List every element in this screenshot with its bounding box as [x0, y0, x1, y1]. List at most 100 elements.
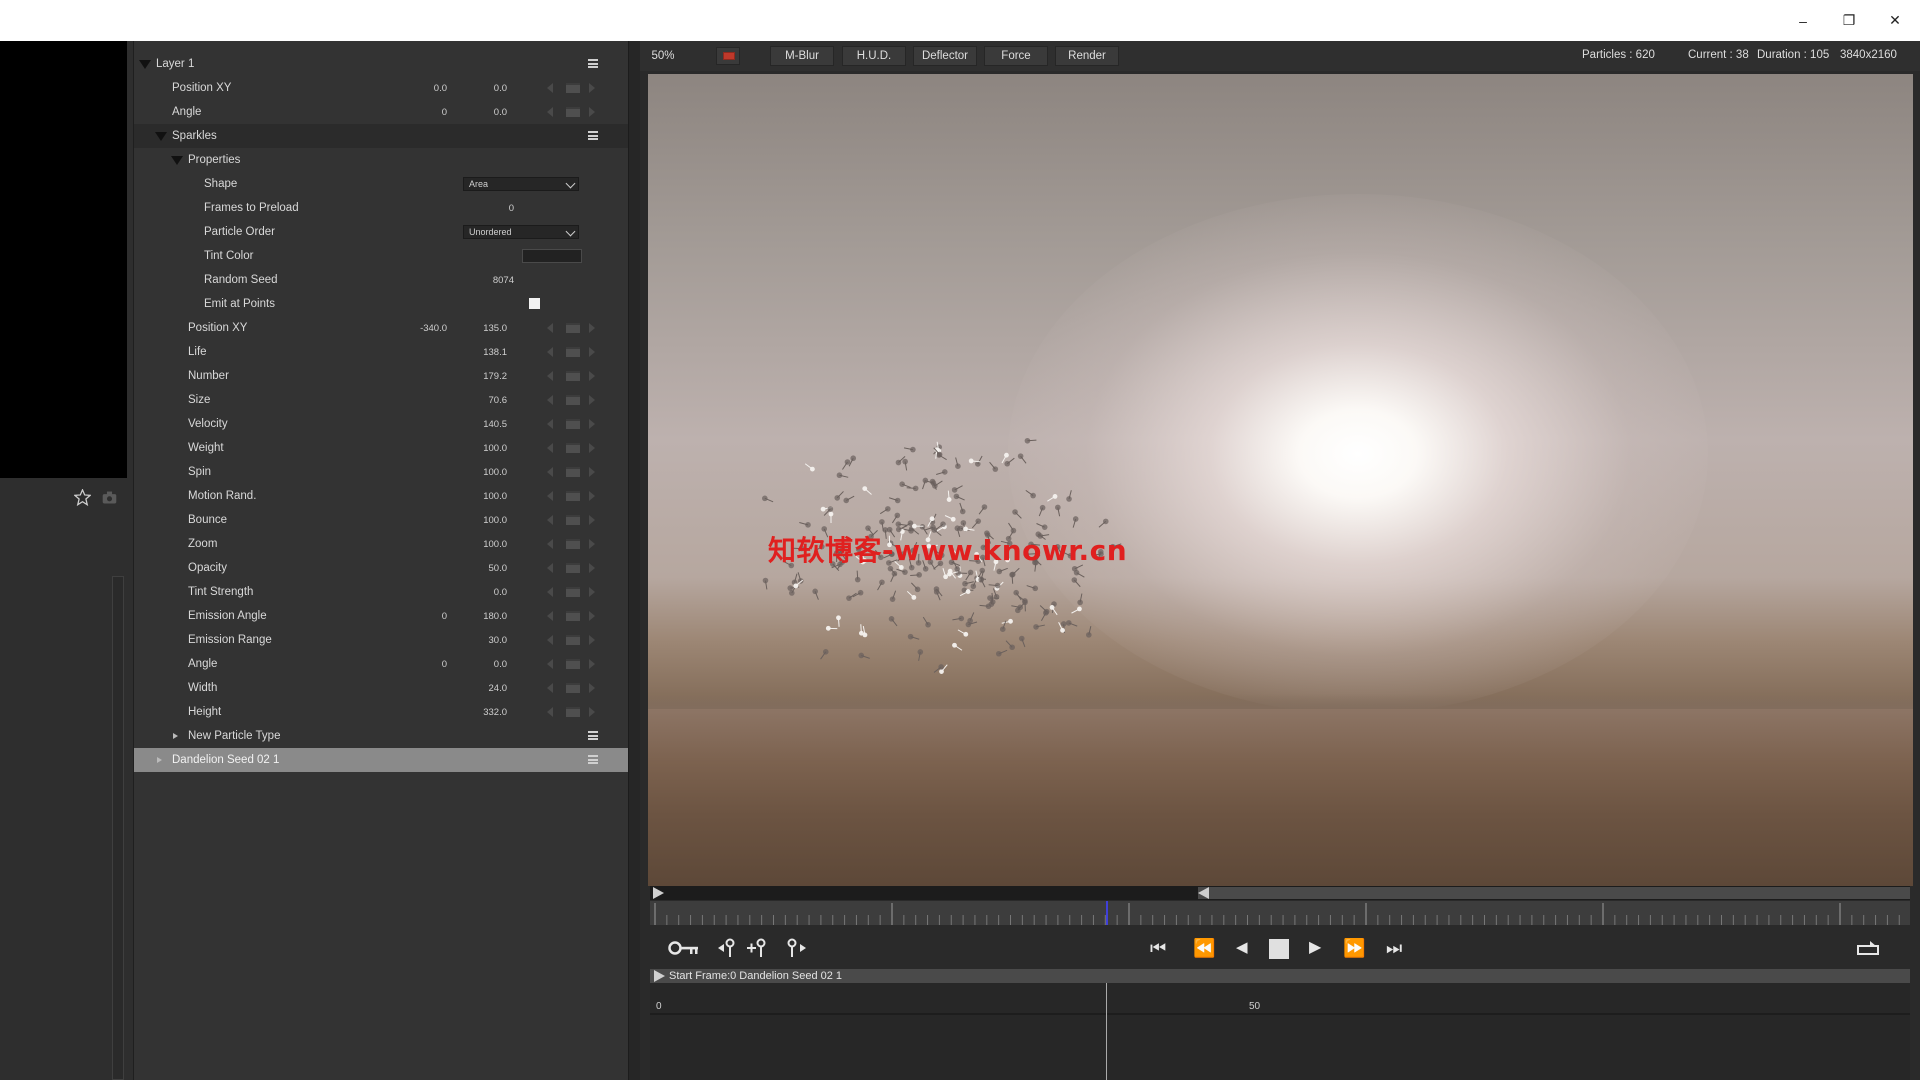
panel-scrollbar[interactable] [628, 41, 640, 1080]
keyframe-toggle-icon[interactable] [566, 467, 580, 477]
keyframe-toggle-icon[interactable] [566, 563, 580, 573]
property-row-opacity[interactable]: Opacity 50.0 [134, 556, 628, 580]
property-row-random-seed[interactable]: Random Seed 8074 [134, 268, 628, 292]
keyframe-toggle-icon[interactable] [566, 107, 580, 117]
property-row-properties[interactable]: Properties [134, 148, 628, 172]
expand-arrow-icon[interactable] [157, 757, 162, 763]
preview-canvas[interactable]: 知软博客-www.knowr.cn [648, 74, 1913, 886]
property-row-tint-color[interactable]: Tint Color [134, 244, 628, 268]
deflector-button[interactable]: Deflector [913, 46, 977, 66]
track-expand-icon[interactable] [654, 970, 665, 982]
prev-key-icon[interactable] [547, 587, 553, 597]
next-key-icon[interactable] [589, 707, 595, 717]
close-button[interactable]: ✕ [1872, 0, 1918, 41]
next-key-icon[interactable] [589, 659, 595, 669]
property-row-sparkles[interactable]: Sparkles [134, 124, 628, 148]
next-key-icon[interactable] [589, 635, 595, 645]
property-row-frames-to-preload[interactable]: Frames to Preload 0 [134, 196, 628, 220]
keyframe-toggle-icon[interactable] [566, 419, 580, 429]
prev-key-icon[interactable] [547, 107, 553, 117]
prev-key-icon[interactable] [547, 443, 553, 453]
keyframe-toggle-icon[interactable] [566, 611, 580, 621]
value-field[interactable]: 8074 [464, 275, 514, 286]
value-y[interactable]: 100.0 [457, 443, 507, 454]
value-y[interactable]: 100.0 [457, 515, 507, 526]
keyframe-toggle-icon[interactable] [566, 707, 580, 717]
property-row-emit-at-points[interactable]: Emit at Points [134, 292, 628, 316]
play-button[interactable]: ▶ [1309, 939, 1321, 957]
stop-button[interactable] [1269, 939, 1289, 959]
property-row-bounce[interactable]: Bounce 100.0 [134, 508, 628, 532]
render-button[interactable]: Render [1055, 46, 1119, 66]
next-key-icon[interactable] [589, 683, 595, 693]
collapse-arrow-icon[interactable] [139, 60, 151, 69]
property-row-new-particle-type[interactable]: New Particle Type [134, 724, 628, 748]
playhead-line[interactable] [1106, 983, 1107, 1080]
property-row-angle[interactable]: Angle 0 0.0 [134, 652, 628, 676]
value-x[interactable]: 0 [397, 659, 447, 670]
next-key-icon[interactable] [589, 467, 595, 477]
prev-key-icon[interactable] [547, 395, 553, 405]
prev-key-icon[interactable] [547, 347, 553, 357]
prev-keyframe-icon[interactable] [716, 937, 738, 959]
row-menu-icon[interactable] [588, 755, 598, 764]
prev-key-icon[interactable] [547, 83, 553, 93]
fast-forward-button[interactable]: ⏩ [1343, 939, 1365, 957]
rewind-button[interactable]: ⏪ [1193, 939, 1215, 957]
value-y[interactable]: 0.0 [457, 659, 507, 670]
key-icon[interactable] [668, 939, 700, 957]
out-point-handle[interactable] [1198, 887, 1209, 899]
prev-key-icon[interactable] [547, 515, 553, 525]
prev-key-icon[interactable] [547, 683, 553, 693]
keyframe-toggle-icon[interactable] [566, 515, 580, 525]
collapse-arrow-icon[interactable] [155, 132, 167, 141]
value-x[interactable]: 0.0 [397, 83, 447, 94]
next-key-icon[interactable] [589, 443, 595, 453]
property-row-tint-strength[interactable]: Tint Strength 0.0 [134, 580, 628, 604]
next-keyframe-icon[interactable] [786, 937, 808, 959]
row-menu-icon[interactable] [588, 131, 598, 140]
next-key-icon[interactable] [589, 491, 595, 501]
prev-key-icon[interactable] [547, 371, 553, 381]
next-key-icon[interactable] [589, 323, 595, 333]
work-area-bar[interactable] [650, 886, 1910, 900]
add-keyframe-icon[interactable] [746, 937, 768, 959]
property-row-spin[interactable]: Spin 100.0 [134, 460, 628, 484]
property-row-position-xy[interactable]: Position XY -340.0 135.0 [134, 316, 628, 340]
value-y[interactable]: 30.0 [457, 635, 508, 646]
prev-key-icon[interactable] [547, 635, 553, 645]
value-y[interactable]: 135.0 [457, 323, 507, 334]
value-y[interactable]: 50.0 [457, 563, 508, 574]
next-key-icon[interactable] [589, 347, 595, 357]
next-key-icon[interactable] [589, 395, 595, 405]
keyframe-toggle-icon[interactable] [566, 443, 580, 453]
prev-key-icon[interactable] [547, 467, 553, 477]
go-to-start-button[interactable]: ⏮ [1150, 939, 1166, 957]
property-row-emission-angle[interactable]: Emission Angle 0 180.0 [134, 604, 628, 628]
keyframe-toggle-icon[interactable] [566, 683, 580, 693]
row-menu-icon[interactable] [588, 59, 598, 68]
keyframe-toggle-icon[interactable] [566, 635, 580, 645]
keyframe-toggle-icon[interactable] [566, 395, 580, 405]
next-key-icon[interactable] [589, 419, 595, 429]
value-y[interactable]: 100.0 [457, 539, 507, 550]
frame-ruler[interactable] [650, 901, 1910, 925]
next-key-icon[interactable] [589, 371, 595, 381]
go-to-end-button[interactable]: ⏭ [1386, 939, 1402, 957]
emit-at-points-checkbox[interactable] [529, 298, 540, 309]
prev-key-icon[interactable] [547, 323, 553, 333]
keyframe-toggle-icon[interactable] [566, 347, 580, 357]
property-row-height[interactable]: Height 332.0 [134, 700, 628, 724]
next-key-icon[interactable] [589, 563, 595, 573]
camera-icon[interactable] [101, 489, 118, 506]
maximize-button[interactable]: ❐ [1826, 0, 1872, 41]
prev-key-icon[interactable] [547, 659, 553, 669]
zoom-selector[interactable]: 50% [643, 46, 683, 66]
next-key-icon[interactable] [589, 611, 595, 621]
value-y[interactable]: 70.6 [457, 395, 508, 406]
collapse-arrow-icon[interactable] [171, 156, 183, 165]
particle-order-dropdown[interactable]: Unordered [463, 225, 579, 239]
current-time-indicator[interactable] [1106, 901, 1108, 925]
star-icon[interactable] [74, 489, 91, 506]
value-x[interactable]: -340.0 [397, 323, 447, 334]
